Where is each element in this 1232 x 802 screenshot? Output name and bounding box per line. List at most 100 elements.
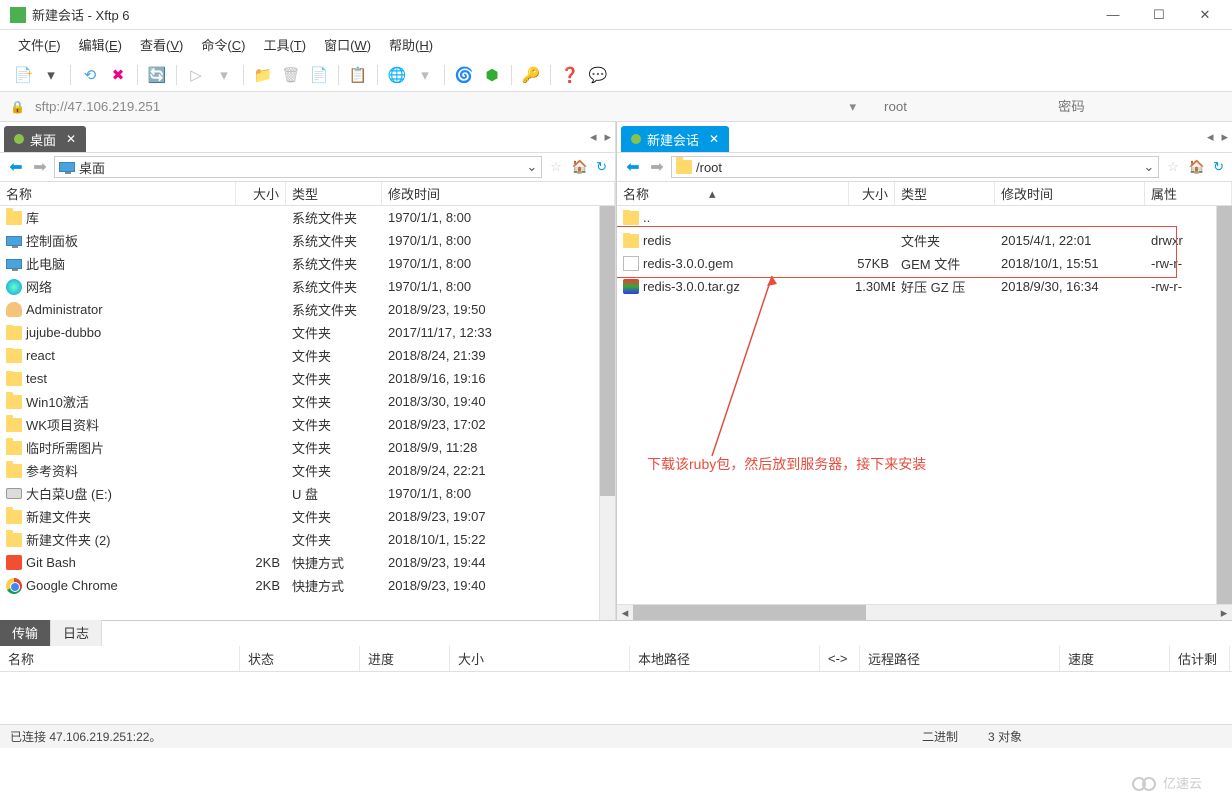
menu-item[interactable]: 文件(F) — [14, 33, 65, 56]
globe-dd-button[interactable]: ▾ — [412, 62, 438, 88]
transfer-col[interactable]: 名称 — [0, 646, 240, 671]
reconnect-button[interactable]: ⟲ — [77, 62, 103, 88]
bookmark-icon[interactable]: ☆ — [1163, 159, 1183, 175]
file-row[interactable]: redis-3.0.0.tar.gz1.30MB好压 GZ 压2018/9/30… — [617, 275, 1232, 298]
file-row[interactable]: Win10激活文件夹2018/3/30, 19:40 — [0, 390, 615, 413]
path-dropdown-icon[interactable]: ⌄ — [526, 159, 537, 175]
back-button[interactable]: ⬅ — [623, 157, 643, 177]
transfer-col[interactable]: 本地路径 — [630, 646, 820, 671]
open-button[interactable]: ▾ — [38, 62, 64, 88]
col-type[interactable]: 类型 — [895, 182, 995, 205]
menu-item[interactable]: 帮助(H) — [385, 33, 437, 56]
disconnect-button[interactable]: ✖ — [105, 62, 131, 88]
address-input[interactable] — [29, 97, 828, 116]
bottom-tab[interactable]: 日志 — [51, 619, 102, 646]
file-row[interactable]: Google Chrome2KB快捷方式2018/9/23, 19:40 — [0, 574, 615, 597]
refresh-icon[interactable]: 🏠 — [1187, 159, 1207, 175]
file-row[interactable]: 库系统文件夹1970/1/1, 8:00 — [0, 206, 615, 229]
new-folder-button[interactable]: 📁 — [250, 62, 276, 88]
file-row[interactable]: 网络系统文件夹1970/1/1, 8:00 — [0, 275, 615, 298]
file-row[interactable]: 新建文件夹 (2)文件夹2018/10/1, 15:22 — [0, 528, 615, 551]
file-row[interactable]: Administrator系统文件夹2018/9/23, 19:50 — [0, 298, 615, 321]
new-button[interactable]: 📄+ — [10, 62, 36, 88]
file-row[interactable]: Git Bash2KB快捷方式2018/9/23, 19:44 — [0, 551, 615, 574]
tab-prev-icon[interactable]: ◂ — [586, 129, 601, 145]
properties-button[interactable]: 📄 — [306, 62, 332, 88]
file-row[interactable]: redis文件夹2015/4/1, 22:01drwxr — [617, 229, 1232, 252]
file-row[interactable]: test文件夹2018/9/16, 19:16 — [0, 367, 615, 390]
file-row[interactable]: 临时所需图片文件夹2018/9/9, 11:28 — [0, 436, 615, 459]
path-dropdown-icon[interactable]: ⌄ — [1143, 159, 1154, 175]
close-icon[interactable]: ✕ — [62, 132, 76, 146]
menu-item[interactable]: 编辑(E) — [75, 33, 126, 56]
help-button[interactable]: ❓ — [557, 62, 583, 88]
back-button[interactable]: ⬅ — [6, 157, 26, 177]
play-button[interactable]: ▷ — [183, 62, 209, 88]
close-button[interactable]: ✕ — [1182, 0, 1228, 30]
bottom-tab[interactable]: 传输 — [0, 619, 51, 646]
hex-icon[interactable]: ⬢ — [479, 62, 505, 88]
file-row[interactable]: 参考资料文件夹2018/9/24, 22:21 — [0, 459, 615, 482]
right-tab-session[interactable]: 新建会话 ✕ — [621, 126, 729, 152]
tab-next-icon[interactable]: ▸ — [600, 129, 615, 145]
sync-button[interactable]: 🔄 — [144, 62, 170, 88]
file-row[interactable]: 新建文件夹文件夹2018/9/23, 19:07 — [0, 505, 615, 528]
col-attr[interactable]: 属性 — [1145, 182, 1232, 205]
transfer-col[interactable]: 大小 — [450, 646, 630, 671]
transfer-col[interactable]: 速度 — [1060, 646, 1170, 671]
bookmark-icon[interactable]: ☆ — [546, 159, 566, 175]
path-input[interactable]: 桌面 ⌄ — [54, 156, 542, 178]
key-button[interactable]: 🔑 — [518, 62, 544, 88]
clipboard-button[interactable]: 📋 — [345, 62, 371, 88]
file-type: 文件夹 — [286, 438, 382, 457]
transfer-col[interactable]: 估计剩 — [1170, 646, 1230, 671]
file-row[interactable]: WK项目资料文件夹2018/9/23, 17:02 — [0, 413, 615, 436]
right-scrollbar[interactable] — [1216, 206, 1232, 604]
col-type[interactable]: 类型 — [286, 182, 382, 205]
user-input[interactable] — [878, 97, 1048, 116]
transfer-col[interactable]: 远程路径 — [860, 646, 1060, 671]
col-name[interactable]: 名称▴ — [617, 182, 849, 205]
col-name[interactable]: 名称 — [0, 182, 236, 205]
forward-button[interactable]: ➡ — [647, 157, 667, 177]
transfer-col[interactable]: 进度 — [360, 646, 450, 671]
file-row[interactable]: 此电脑系统文件夹1970/1/1, 8:00 — [0, 252, 615, 275]
close-icon[interactable]: ✕ — [705, 132, 719, 146]
left-tab-desktop[interactable]: 桌面 ✕ — [4, 126, 86, 152]
col-size[interactable]: 大小 — [849, 182, 895, 205]
maximize-button[interactable]: ☐ — [1136, 0, 1182, 30]
forward-button[interactable]: ➡ — [30, 157, 50, 177]
menu-item[interactable]: 工具(T) — [259, 33, 310, 56]
swirl-icon[interactable]: 🌀 — [451, 62, 477, 88]
chat-button[interactable]: 💬 — [585, 62, 611, 88]
menu-item[interactable]: 命令(C) — [197, 33, 249, 56]
address-dropdown[interactable]: ▾ — [831, 99, 874, 115]
globe-button[interactable]: 🌐 — [384, 62, 410, 88]
file-row[interactable]: jujube-dubbo文件夹2017/11/17, 12:33 — [0, 321, 615, 344]
file-row[interactable]: react文件夹2018/8/24, 21:39 — [0, 344, 615, 367]
file-row[interactable]: .. — [617, 206, 1232, 229]
password-input[interactable] — [1052, 97, 1222, 116]
goto-icon[interactable]: ↻ — [1211, 159, 1226, 175]
file-row[interactable]: 大白菜U盘 (E:)U 盘1970/1/1, 8:00 — [0, 482, 615, 505]
col-date[interactable]: 修改时间 — [382, 182, 615, 205]
left-scrollbar[interactable] — [599, 206, 615, 620]
path-input[interactable]: /root ⌄ — [671, 156, 1159, 178]
col-size[interactable]: 大小 — [236, 182, 286, 205]
delete-button[interactable]: 🗑 — [278, 62, 304, 88]
file-type: U 盘 — [286, 484, 382, 503]
transfer-col[interactable]: 状态 — [240, 646, 360, 671]
menu-item[interactable]: 窗口(W) — [320, 33, 375, 56]
menu-item[interactable]: 查看(V) — [136, 33, 187, 56]
right-h-scrollbar[interactable]: ◂▸ — [617, 604, 1232, 620]
goto-icon[interactable]: ↻ — [594, 159, 609, 175]
refresh-icon[interactable]: 🏠 — [570, 159, 590, 175]
dropdown-button[interactable]: ▾ — [211, 62, 237, 88]
col-date[interactable]: 修改时间 — [995, 182, 1145, 205]
transfer-col[interactable]: <-> — [820, 646, 860, 671]
file-row[interactable]: 控制面板系统文件夹1970/1/1, 8:00 — [0, 229, 615, 252]
tab-prev-icon[interactable]: ◂ — [1203, 129, 1218, 145]
minimize-button[interactable]: — — [1090, 0, 1136, 30]
file-row[interactable]: redis-3.0.0.gem57KBGEM 文件2018/10/1, 15:5… — [617, 252, 1232, 275]
tab-next-icon[interactable]: ▸ — [1217, 129, 1232, 145]
